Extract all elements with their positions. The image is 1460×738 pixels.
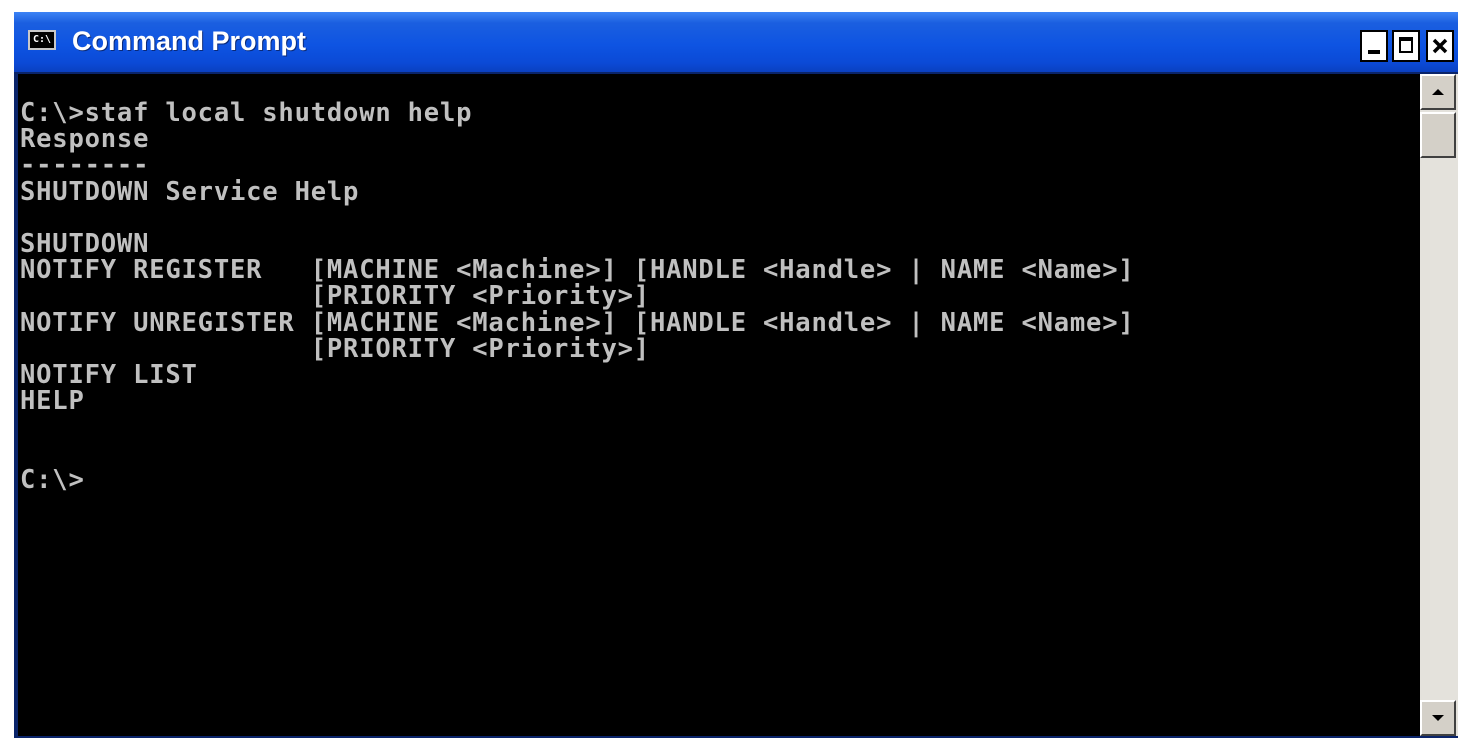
window-title: Command Prompt: [72, 26, 307, 56]
scroll-up-button[interactable]: [1420, 74, 1456, 110]
scrollbar-thumb[interactable]: [1420, 112, 1456, 158]
arrow-up-icon: [1432, 89, 1444, 95]
scroll-down-button[interactable]: [1420, 700, 1456, 736]
minimize-button[interactable]: [1360, 30, 1388, 62]
console-text: C:\>staf local shutdown help Response --…: [20, 100, 1135, 493]
console-line: SHUTDOWN Service Help: [20, 176, 360, 207]
close-button[interactable]: [1426, 30, 1454, 62]
cmd-icon[interactable]: C:\: [28, 30, 56, 50]
console-line: HELP: [20, 386, 85, 417]
vertical-scrollbar[interactable]: [1420, 74, 1458, 736]
command-prompt-window: C:\ Command Prompt C:\>staf local shutdo…: [14, 12, 1458, 738]
console-line: C:\>: [20, 464, 85, 495]
arrow-down-icon: [1432, 715, 1444, 721]
close-icon: [1432, 38, 1448, 54]
cmd-icon-label: C:\: [32, 34, 52, 45]
maximize-button[interactable]: [1392, 30, 1420, 62]
title-bar[interactable]: C:\ Command Prompt: [14, 12, 1458, 72]
console-output[interactable]: C:\>staf local shutdown help Response --…: [18, 74, 1420, 736]
